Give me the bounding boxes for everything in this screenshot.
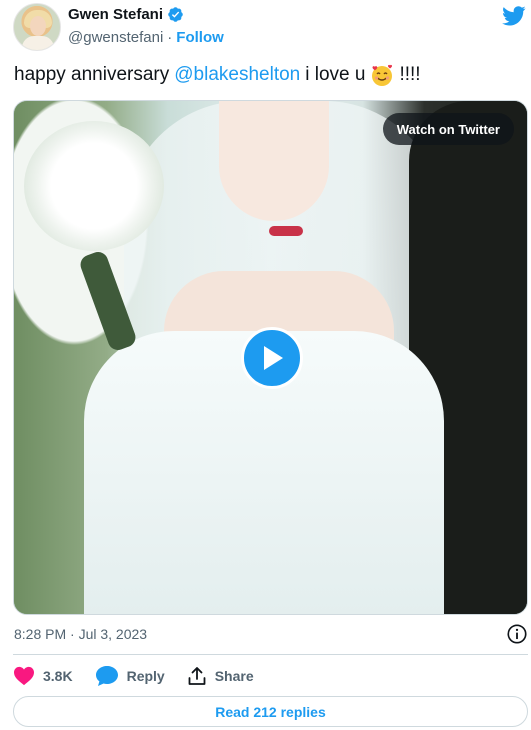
author-name[interactable]: Gwen Stefani bbox=[68, 6, 163, 23]
author-avatar[interactable] bbox=[13, 3, 61, 51]
play-button[interactable] bbox=[241, 327, 303, 389]
watch-on-twitter-button[interactable]: Watch on Twitter bbox=[382, 113, 514, 145]
author-handle-row: @gwenstefani · Follow bbox=[68, 29, 224, 46]
reply-button[interactable]: Reply bbox=[95, 665, 165, 687]
video-player[interactable]: Watch on Twitter bbox=[13, 100, 528, 615]
read-replies-button[interactable]: Read 212 replies bbox=[13, 696, 528, 727]
twitter-bird-icon[interactable] bbox=[502, 6, 526, 26]
share-icon bbox=[188, 667, 206, 685]
action-bar: 3.8K Reply Share bbox=[13, 662, 254, 690]
info-icon[interactable] bbox=[506, 623, 528, 645]
tweet-timestamp[interactable]: 8:28 PM · Jul 3, 2023 bbox=[14, 626, 147, 642]
separator-dot: · bbox=[167, 29, 173, 46]
play-icon bbox=[264, 346, 283, 370]
tweet-text: happy anniversary @blakeshelton i love u… bbox=[14, 63, 421, 87]
tweet-text-middle: i love u bbox=[305, 64, 366, 85]
reply-label: Reply bbox=[126, 668, 165, 684]
follow-button[interactable]: Follow bbox=[176, 29, 224, 46]
tweet-text-end: !!!! bbox=[399, 64, 421, 85]
like-count: 3.8K bbox=[43, 668, 73, 684]
like-button[interactable]: 3.8K bbox=[13, 666, 73, 686]
verified-badge-icon bbox=[168, 7, 183, 22]
tweet-text-start: happy anniversary bbox=[14, 64, 170, 85]
heart-icon bbox=[14, 666, 34, 686]
mention-link[interactable]: @blakeshelton bbox=[174, 64, 300, 86]
share-label: Share bbox=[214, 668, 254, 684]
share-button[interactable]: Share bbox=[187, 666, 254, 686]
smiling-face-with-hearts-icon bbox=[372, 64, 393, 86]
reply-bubble-icon bbox=[95, 666, 118, 686]
divider bbox=[13, 654, 528, 655]
author-name-row: Gwen Stefani bbox=[68, 6, 184, 23]
tweet-embed-card: Gwen Stefani @gwenstefani · Follow happy… bbox=[0, 0, 531, 730]
author-handle[interactable]: @gwenstefani bbox=[68, 29, 163, 46]
